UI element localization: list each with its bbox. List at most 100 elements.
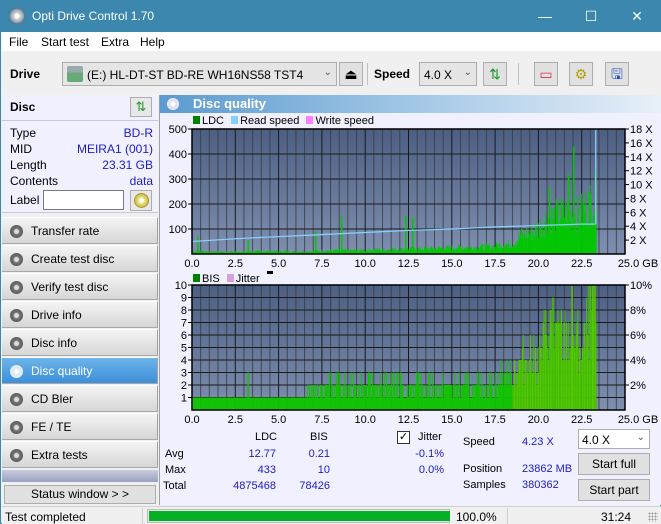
nav-disc-info[interactable]: Disc info <box>2 329 158 356</box>
data-bar <box>436 385 438 410</box>
data-bar <box>423 397 425 410</box>
data-bar <box>476 385 478 410</box>
avg-bis: 0.21 <box>308 448 330 460</box>
data-bar <box>232 397 234 410</box>
max-ldc: 433 <box>257 464 276 476</box>
data-bar <box>586 297 588 410</box>
data-bar <box>338 385 340 410</box>
data-spike <box>247 240 249 254</box>
data-bar <box>328 372 330 410</box>
data-bar <box>245 397 247 410</box>
data-bar <box>414 385 416 410</box>
data-bar <box>360 372 362 410</box>
disc-label-input[interactable] <box>43 190 124 210</box>
data-bar <box>311 397 313 410</box>
data-bar <box>573 335 575 410</box>
data-bar <box>480 245 482 254</box>
data-bar <box>452 385 454 410</box>
data-bar <box>520 360 522 410</box>
data-bar <box>413 397 415 410</box>
data-bar <box>466 247 468 254</box>
data-bar <box>482 244 484 254</box>
data-bar <box>534 223 536 254</box>
erase-button[interactable]: ▭ <box>534 62 558 86</box>
refresh-icon: ⇅ <box>489 66 501 82</box>
data-bar <box>557 310 559 410</box>
total-bis: 78426 <box>299 480 330 492</box>
nav-label: FE / TE <box>31 420 72 434</box>
minimize-button[interactable]: — <box>522 5 568 27</box>
data-bar <box>253 397 255 410</box>
max-bis: 10 <box>317 464 330 476</box>
data-bar <box>505 385 507 410</box>
data-bar <box>261 397 263 410</box>
data-bar <box>593 285 595 410</box>
data-bar <box>305 397 307 410</box>
data-bar <box>244 397 246 410</box>
data-bar <box>440 385 442 410</box>
data-bar <box>343 385 345 410</box>
speed-label: Speed <box>374 67 411 81</box>
nav-transfer-rate[interactable]: Transfer rate <box>2 217 158 244</box>
save-button[interactable]: 🖫 <box>605 62 629 86</box>
nav-create-test-disc[interactable]: Create test disc <box>2 245 158 272</box>
data-bar <box>544 222 546 254</box>
start-part-button[interactable]: Start part <box>578 479 650 501</box>
data-bar <box>385 372 387 410</box>
nav-verify-test-disc[interactable]: Verify test disc <box>2 273 158 300</box>
data-bar <box>268 397 270 410</box>
speed-select[interactable]: 4.0 X ⌄ <box>419 62 477 86</box>
maximize-button[interactable]: ☐ <box>568 5 614 27</box>
data-bar <box>460 247 462 254</box>
drive-select[interactable]: (E:) HL-DT-ST BD-RE WH16NS58 TST4 ⌄ <box>62 62 337 86</box>
data-bar <box>528 234 530 254</box>
data-bar <box>282 397 284 410</box>
data-bar <box>263 397 265 410</box>
nav-fe-te[interactable]: FE / TE <box>2 413 158 440</box>
data-bar <box>235 397 237 410</box>
data-bar <box>581 221 583 254</box>
jitter-checkbox[interactable]: ✓ <box>397 431 410 444</box>
start-full-button[interactable]: Start full <box>578 453 650 475</box>
data-bar <box>379 372 381 410</box>
nav-extra-tests[interactable]: Extra tests <box>2 441 158 468</box>
close-button[interactable]: ✕ <box>614 5 660 27</box>
data-bar <box>302 397 304 410</box>
resize-grip[interactable] <box>648 512 658 522</box>
menu-extra[interactable]: Extra <box>101 35 129 49</box>
data-bar <box>553 209 555 254</box>
y-tick-label: 1 <box>181 393 187 405</box>
data-bar <box>407 385 409 410</box>
nav-disc-quality[interactable]: Disc quality <box>2 357 158 384</box>
disc-refresh-button[interactable]: ⇅ <box>130 97 152 117</box>
nav-label: Drive info <box>31 308 82 322</box>
status-window-button[interactable]: Status window > > <box>4 485 156 504</box>
settings-button[interactable]: ⚙ <box>569 62 593 86</box>
eject-button[interactable]: ⏏ <box>339 62 363 86</box>
data-bar <box>590 285 592 410</box>
data-bar <box>587 285 589 410</box>
data-bar <box>499 243 501 254</box>
nav-drive-info[interactable]: Drive info <box>2 301 158 328</box>
data-bar <box>388 397 390 410</box>
data-bar <box>490 247 492 254</box>
x-tick-label: 17.5 <box>484 258 505 268</box>
menu-file[interactable]: File <box>9 35 28 49</box>
data-bar <box>440 247 442 254</box>
menu-start-test[interactable]: Start test <box>41 35 89 49</box>
data-bar <box>550 310 552 410</box>
y-tick-label: 8 <box>181 305 187 317</box>
menu-help[interactable]: Help <box>140 35 165 49</box>
nav-cd-bler[interactable]: CD Bler <box>2 385 158 412</box>
x-tick-label: 10.0 <box>354 258 375 268</box>
data-bar <box>589 184 591 254</box>
data-bar <box>250 397 252 410</box>
data-bar <box>460 397 462 410</box>
data-bar <box>583 322 585 410</box>
disc-label-button[interactable] <box>130 190 152 211</box>
test-speed-select[interactable]: 4.0 X ⌄ <box>578 429 650 449</box>
data-bar <box>312 385 314 410</box>
window-title: Opti Drive Control 1.70 <box>32 9 155 23</box>
refresh-speed-button[interactable]: ⇅ <box>483 62 507 86</box>
status-bar: Test completed 100.0% 31:24 <box>2 506 661 524</box>
